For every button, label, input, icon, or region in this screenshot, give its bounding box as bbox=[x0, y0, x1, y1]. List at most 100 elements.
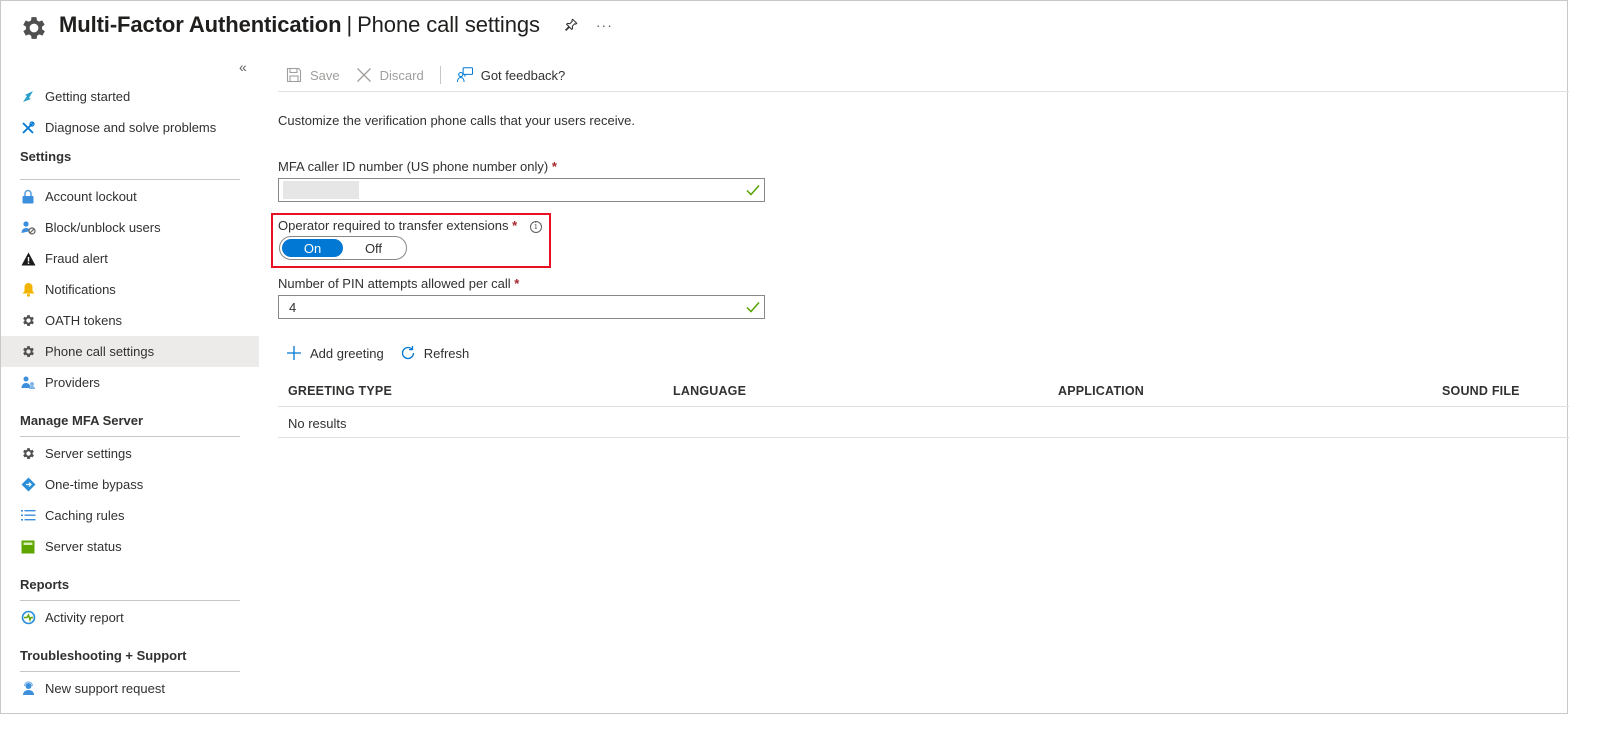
sidebar-item-server-settings[interactable]: Server settings bbox=[1, 438, 259, 469]
refresh-button[interactable]: Refresh bbox=[400, 345, 470, 361]
sidebar-item-block-unblock[interactable]: Block/unblock users bbox=[1, 212, 259, 243]
sidebar-item-label: Block/unblock users bbox=[45, 220, 161, 235]
sidebar-item-label: Diagnose and solve problems bbox=[45, 120, 217, 135]
sidebar-item-new-support-request[interactable]: New support request bbox=[1, 673, 259, 704]
refresh-label: Refresh bbox=[423, 345, 470, 361]
save-label: Save bbox=[310, 67, 340, 83]
sidebar-item-notifications[interactable]: Notifications bbox=[1, 274, 259, 305]
command-bar: Save Discard Got feedback? bbox=[278, 59, 1569, 92]
sidebar-item-label: Phone call settings bbox=[45, 344, 155, 359]
gear-icon bbox=[20, 313, 36, 329]
sidebar-item-getting-started[interactable]: Getting started bbox=[1, 81, 259, 112]
sidebar-item-label: New support request bbox=[45, 681, 165, 696]
sidebar-item-label: Activity report bbox=[45, 610, 124, 625]
sidebar-item-label: One-time bypass bbox=[45, 477, 144, 492]
gear-icon bbox=[23, 17, 45, 39]
operator-toggle[interactable]: On Off bbox=[279, 236, 407, 260]
section-manage-mfa-server: Manage MFA Server bbox=[1, 398, 259, 438]
quickstart-icon bbox=[20, 89, 36, 105]
sidebar-item-label: Server status bbox=[45, 539, 122, 554]
pin-attempts-input[interactable]: 4 bbox=[278, 295, 765, 319]
lock-icon bbox=[20, 189, 36, 205]
add-greeting-label: Add greeting bbox=[310, 345, 384, 361]
sidebar-item-providers[interactable]: Providers bbox=[1, 367, 259, 398]
operator-label: Operator required to transfer extensions… bbox=[278, 218, 542, 233]
section-settings: Settings bbox=[1, 143, 259, 181]
column-application[interactable]: APPLICATION bbox=[1058, 384, 1144, 398]
checkmark-icon bbox=[746, 302, 760, 313]
sidebar-item-caching-rules[interactable]: Caching rules bbox=[1, 500, 259, 531]
save-button[interactable]: Save bbox=[278, 67, 340, 83]
sidebar-item-fraud-alert[interactable]: Fraud alert bbox=[1, 243, 259, 274]
page-title: Multi-Factor Authentication | Phone call s… bbox=[59, 12, 540, 38]
caller-id-label-text: MFA caller ID number (US phone number on… bbox=[278, 159, 549, 174]
required-mark: * bbox=[514, 276, 520, 291]
sidebar-item-label: Caching rules bbox=[45, 508, 125, 523]
plus-icon bbox=[287, 346, 301, 360]
column-greeting-type[interactable]: GREETING TYPE bbox=[288, 384, 392, 398]
activity-icon bbox=[20, 610, 36, 626]
toggle-off-option[interactable]: Off bbox=[343, 239, 404, 257]
table-row: No results bbox=[278, 407, 1569, 438]
blade-header: Multi-Factor Authentication | Phone call s… bbox=[19, 5, 613, 45]
users-icon bbox=[20, 375, 36, 391]
toggle-on-option[interactable]: On bbox=[282, 239, 343, 257]
redacted-value bbox=[283, 181, 359, 199]
close-icon bbox=[356, 68, 371, 82]
gear-icon bbox=[20, 446, 36, 462]
sidebar-item-phone-call-settings[interactable]: Phone call settings bbox=[1, 336, 259, 367]
checkmark-icon bbox=[746, 185, 760, 196]
info-icon[interactable]: i bbox=[529, 221, 542, 233]
sidebar-item-label: Fraud alert bbox=[45, 251, 108, 266]
caller-id-label: MFA caller ID number (US phone number on… bbox=[278, 159, 557, 174]
sidebar-item-label: Account lockout bbox=[45, 189, 137, 204]
pin-attempts-label: Number of PIN attempts allowed per call … bbox=[278, 276, 519, 291]
caller-id-input[interactable] bbox=[278, 178, 765, 202]
title-separator: | bbox=[346, 12, 353, 37]
page-title-main: Multi-Factor Authentication bbox=[59, 12, 342, 37]
gear-icon bbox=[20, 344, 36, 360]
column-language[interactable]: LANGUAGE bbox=[673, 384, 746, 398]
pin-icon[interactable] bbox=[564, 18, 578, 32]
sidebar-item-label: OATH tokens bbox=[45, 313, 123, 328]
column-sound-file[interactable]: SOUND FILE bbox=[1442, 384, 1520, 398]
sidebar-item-diagnose[interactable]: Diagnose and solve problems bbox=[1, 112, 259, 143]
sidebar-item-server-status[interactable]: Server status bbox=[1, 531, 259, 562]
pin-attempts-value: 4 bbox=[289, 300, 297, 315]
no-results-text: No results bbox=[288, 416, 347, 431]
portal-blade: Multi-Factor Authentication | Phone call s… bbox=[0, 0, 1569, 714]
diamond-icon bbox=[20, 477, 36, 493]
page-description: Customize the verification phone calls t… bbox=[278, 113, 635, 128]
sidebar-item-account-lockout[interactable]: Account lockout bbox=[1, 181, 259, 212]
feedback-button[interactable]: Got feedback? bbox=[449, 67, 565, 83]
support-icon bbox=[20, 681, 36, 697]
user-block-icon bbox=[20, 220, 36, 236]
required-mark: * bbox=[512, 218, 518, 233]
section-reports: Reports bbox=[1, 562, 259, 602]
bell-icon bbox=[20, 282, 36, 298]
sidebar-nav: Getting started Diagnose and solve probl… bbox=[1, 81, 259, 704]
toolbar-divider bbox=[439, 66, 441, 84]
required-mark: * bbox=[551, 159, 557, 174]
sidebar-item-label: Getting started bbox=[45, 89, 131, 104]
list-icon bbox=[20, 508, 36, 524]
discard-label: Discard bbox=[379, 67, 424, 83]
sidebar-item-label: Providers bbox=[45, 375, 100, 390]
collapse-sidebar-icon[interactable]: « bbox=[239, 59, 247, 75]
feedback-icon bbox=[456, 67, 473, 83]
refresh-icon bbox=[401, 346, 414, 360]
add-greeting-button[interactable]: Add greeting bbox=[286, 345, 384, 361]
table-header: GREETING TYPE LANGUAGE APPLICATION SOUND… bbox=[278, 375, 1569, 407]
discard-button[interactable]: Discard bbox=[356, 67, 424, 83]
sidebar-item-label: Notifications bbox=[45, 282, 116, 297]
greeting-actions: Add greeting Refresh bbox=[286, 345, 485, 361]
greetings-table: GREETING TYPE LANGUAGE APPLICATION SOUND… bbox=[278, 375, 1569, 438]
sidebar-item-activity-report[interactable]: Activity report bbox=[1, 602, 259, 633]
status-icon bbox=[20, 539, 36, 555]
operator-label-text: Operator required to transfer extensions bbox=[278, 218, 509, 233]
page-title-sub: Phone call settings bbox=[357, 12, 540, 37]
sidebar-item-one-time-bypass[interactable]: One-time bypass bbox=[1, 469, 259, 500]
more-options-icon[interactable]: ··· bbox=[596, 17, 613, 33]
sidebar-item-oath-tokens[interactable]: OATH tokens bbox=[1, 305, 259, 336]
sidebar-item-label: Server settings bbox=[45, 446, 132, 461]
